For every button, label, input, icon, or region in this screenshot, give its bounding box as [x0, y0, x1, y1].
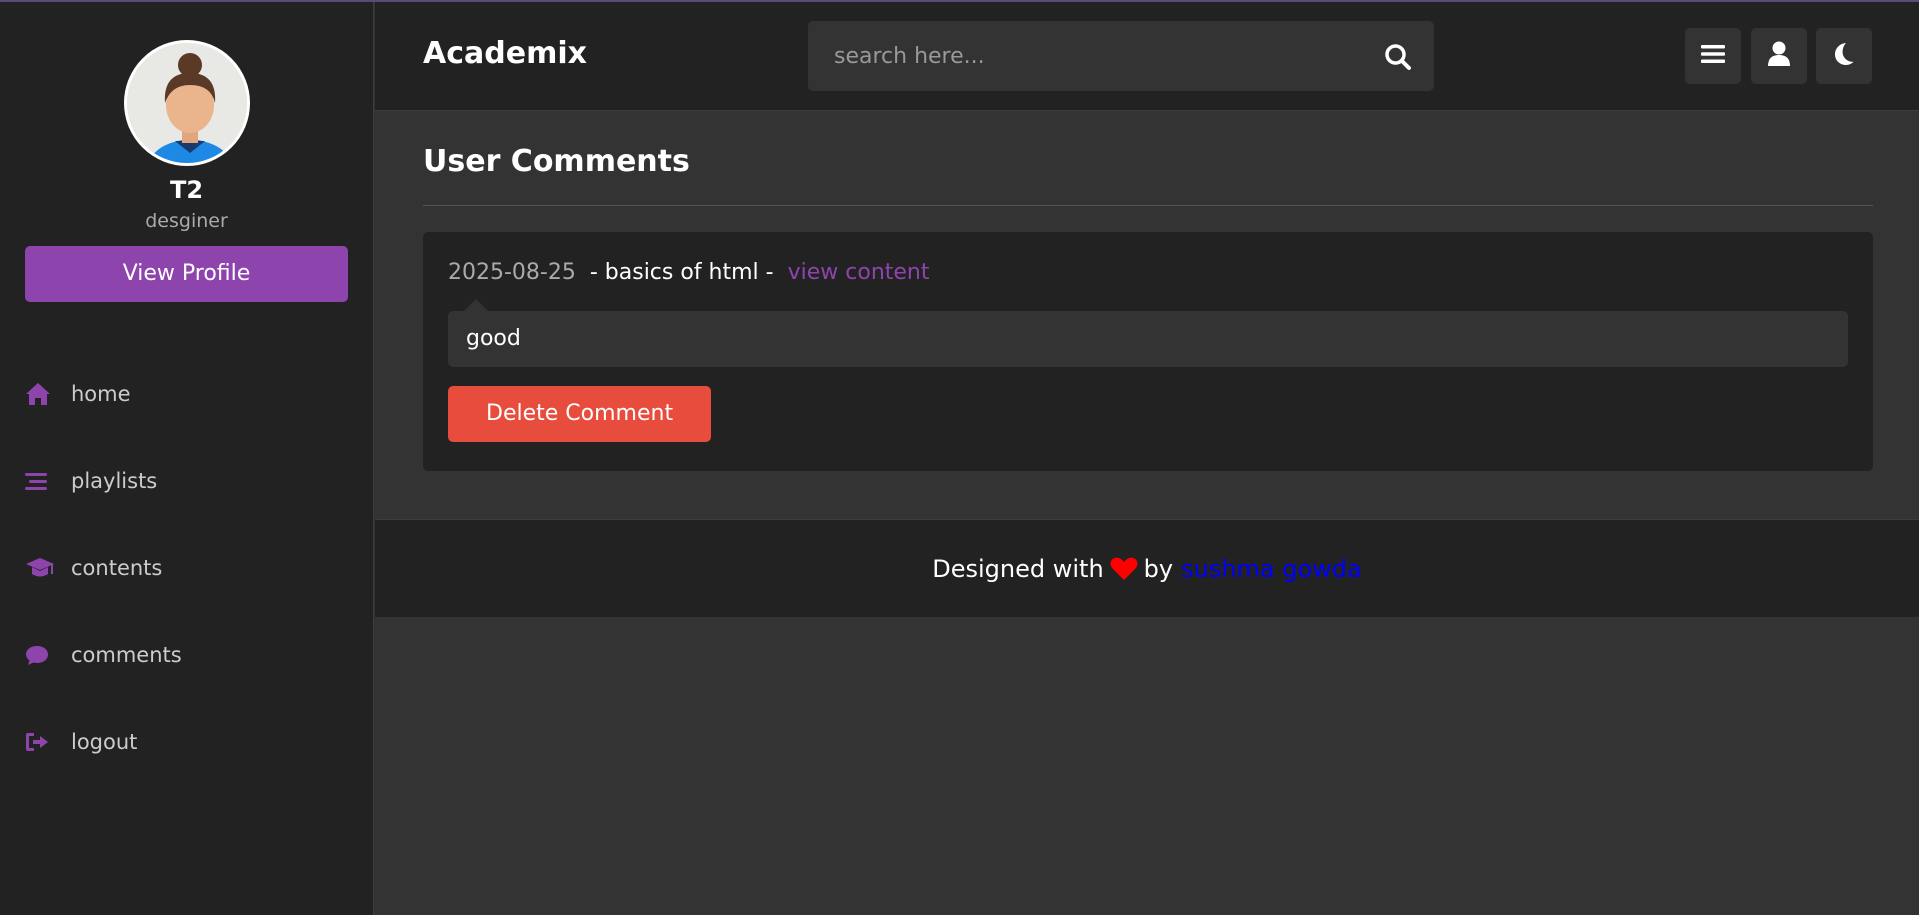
- profile-role: desginer: [145, 210, 228, 232]
- comment-meta: 2025-08-25 - basics of html - view conte…: [448, 260, 1848, 285]
- sidebar-item-label: comments: [71, 642, 182, 667]
- delete-comment-button[interactable]: Delete Comment: [448, 386, 712, 442]
- sidebar-item-label: home: [71, 381, 131, 406]
- profile-card: T2 desginer View Profile: [0, 2, 373, 302]
- search-icon[interactable]: [1384, 43, 1412, 71]
- moon-icon: [1833, 42, 1855, 70]
- sign-out-icon: [25, 729, 55, 755]
- menu-icon: [1701, 44, 1725, 68]
- comment-text: good: [448, 299, 1848, 367]
- top-header: Academix: [375, 2, 1919, 111]
- home-icon: [25, 381, 55, 407]
- sidebar-item-comments[interactable]: comments: [0, 611, 373, 698]
- sidebar-item-playlists[interactable]: playlists: [0, 437, 373, 524]
- heart-icon: [1110, 557, 1138, 581]
- sidebar-nav: home playlists contents comments logout: [0, 350, 373, 785]
- sidebar-item-label: playlists: [71, 468, 158, 493]
- theme-toggle-button[interactable]: [1816, 28, 1872, 84]
- view-profile-button[interactable]: View Profile: [25, 246, 348, 302]
- footer-by: by: [1143, 554, 1174, 583]
- comment-date: 2025-08-25: [448, 260, 576, 285]
- user-icon: [1767, 41, 1791, 71]
- profile-name: T2: [169, 176, 204, 204]
- main-content: User Comments 2025-08-25 - basics of htm…: [423, 112, 1873, 471]
- comment-icon: [25, 642, 55, 668]
- app-logo[interactable]: Academix: [423, 36, 587, 71]
- avatar: [123, 40, 250, 166]
- sidebar-item-label: logout: [71, 729, 138, 754]
- search-form: [808, 21, 1434, 91]
- sidebar-item-label: contents: [71, 555, 163, 580]
- author-link[interactable]: sushma gowda: [1181, 555, 1362, 583]
- sidebar-item-home[interactable]: home: [0, 350, 373, 437]
- search-input[interactable]: [808, 21, 1368, 91]
- sidebar-item-contents[interactable]: contents: [0, 524, 373, 611]
- page-title: User Comments: [423, 112, 1873, 206]
- graduation-cap-icon: [25, 555, 55, 581]
- bars-icon: [25, 468, 55, 494]
- view-content-link[interactable]: view content: [788, 260, 930, 285]
- footer-prefix: Designed with: [932, 554, 1104, 583]
- menu-button[interactable]: [1685, 28, 1741, 84]
- comment-card: 2025-08-25 - basics of html - view conte…: [423, 232, 1873, 471]
- comment-content-title: - basics of html -: [589, 260, 774, 285]
- sidebar: T2 desginer View Profile home playlists …: [0, 2, 374, 915]
- footer: Designed with by sushma gowda: [375, 519, 1919, 617]
- user-button[interactable]: [1751, 28, 1807, 84]
- sidebar-item-logout[interactable]: logout: [0, 698, 373, 785]
